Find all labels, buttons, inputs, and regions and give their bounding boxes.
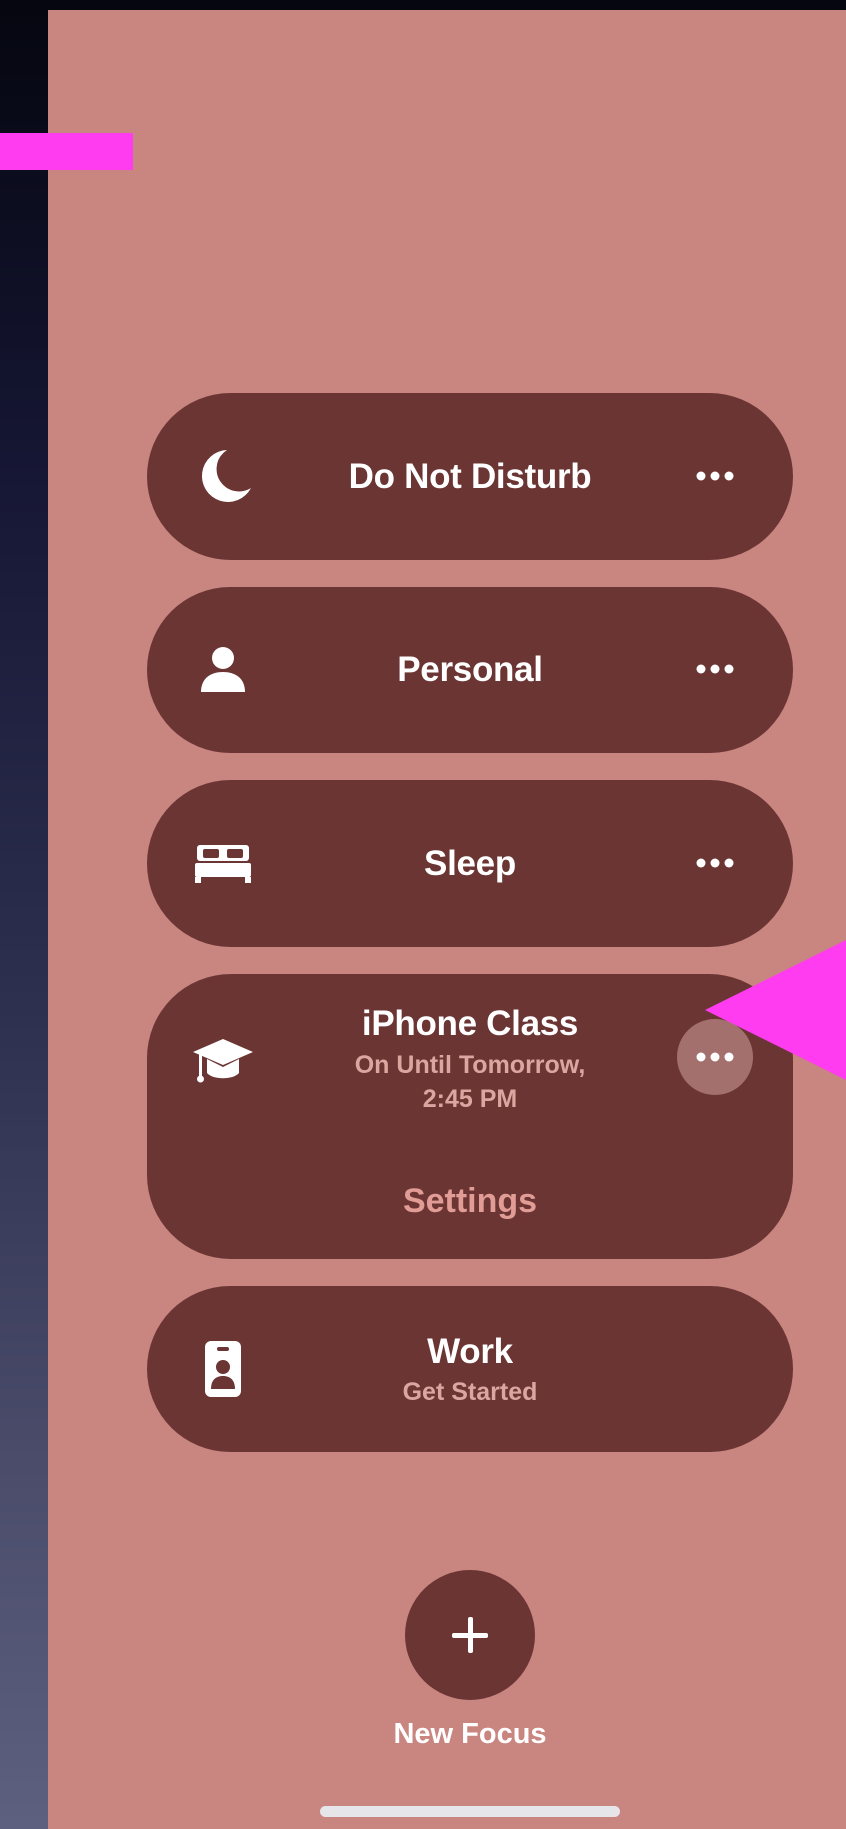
plus-icon <box>452 1617 488 1653</box>
focus-personal[interactable]: Personal <box>147 587 793 753</box>
focus-subtitle: Get Started <box>402 1378 538 1406</box>
home-indicator[interactable] <box>320 1806 620 1817</box>
new-focus-button[interactable] <box>405 1570 535 1700</box>
focus-work[interactable]: Work Get Started <box>147 1286 793 1452</box>
ellipsis-icon <box>696 858 734 868</box>
more-options-button[interactable] <box>677 825 753 901</box>
focus-do-not-disturb[interactable]: Do Not Disturb <box>147 393 793 560</box>
ellipsis-icon <box>696 664 734 674</box>
annotation-highlight-bar <box>0 133 133 170</box>
focus-title: Work <box>427 1332 513 1371</box>
more-options-button[interactable] <box>677 631 753 707</box>
more-options-button[interactable] <box>677 438 753 514</box>
annotation-arrow <box>705 940 846 1080</box>
focus-sleep[interactable]: Sleep <box>147 780 793 947</box>
ellipsis-icon <box>696 471 734 481</box>
settings-link[interactable]: Settings <box>147 1182 793 1221</box>
focus-iphone-class[interactable]: iPhone Class On Until Tomorrow, 2:45 PM … <box>147 974 793 1259</box>
new-focus-label: New Focus <box>393 1718 547 1750</box>
